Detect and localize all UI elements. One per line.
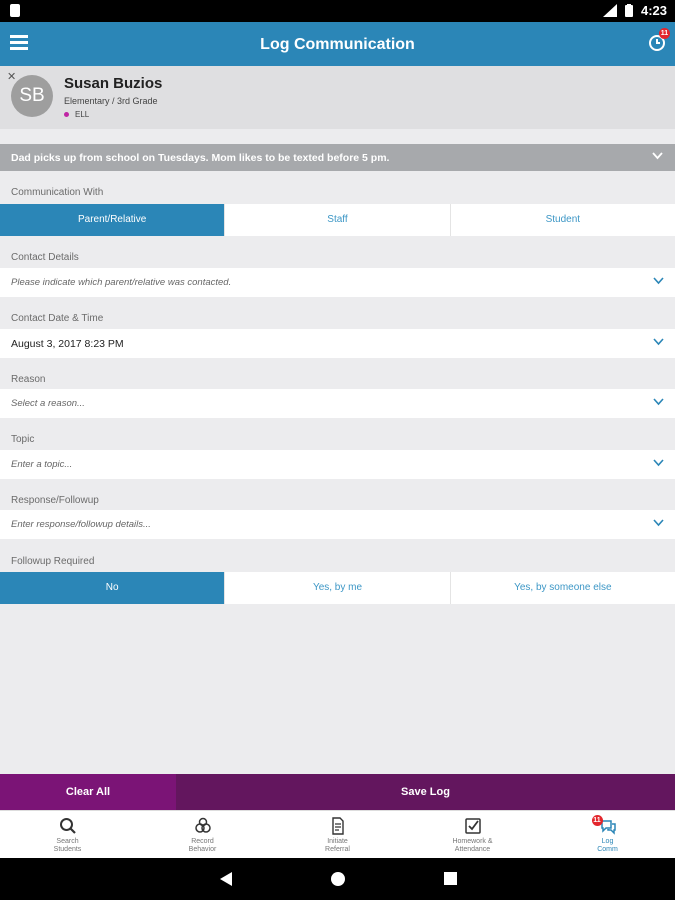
student-name: Susan Buzios: [64, 75, 163, 92]
tab-label-line1: Homework &: [452, 838, 493, 845]
save-log-button[interactable]: Save Log: [176, 774, 675, 810]
sim-icon: [10, 4, 20, 17]
student-tag: ELL: [64, 110, 89, 119]
chevron-down-icon: [653, 519, 664, 527]
tab-label-line1: Search: [56, 838, 79, 845]
response-input[interactable]: Enter response/followup details...: [0, 510, 675, 539]
tab-label-line1: Log: [601, 838, 614, 845]
avatar: SB: [11, 75, 53, 117]
tab-homework-attendance[interactable]: Homework & Attendance: [405, 811, 540, 859]
checklist-icon: [464, 818, 481, 834]
tab-label-line2: Students: [53, 846, 82, 853]
log-comm-badge: 11: [591, 815, 603, 826]
behavior-icon: [194, 817, 211, 833]
tab-label-line1: Record: [191, 838, 214, 845]
search-icon: [59, 818, 76, 834]
chevron-down-icon: [653, 277, 664, 285]
chevron-down-icon: [653, 398, 664, 406]
option-parent-relative[interactable]: Parent/Relative: [0, 204, 226, 236]
tab-record-behavior[interactable]: Record Behavior: [135, 811, 270, 859]
student-tag-label: ELL: [75, 110, 90, 119]
student-note-text: Dad picks up from school on Tuesdays. Mo…: [11, 152, 390, 164]
contact-details-label: Contact Details: [11, 252, 79, 263]
tab-label-line1: Initiate: [327, 838, 348, 845]
option-yes-by-me[interactable]: Yes, by me: [225, 572, 451, 604]
option-yes-by-someone-else[interactable]: Yes, by someone else: [451, 572, 675, 604]
close-icon[interactable]: ✕: [7, 70, 16, 83]
home-icon[interactable]: [330, 871, 346, 887]
chevron-down-icon: [653, 338, 664, 346]
topic-label: Topic: [11, 434, 35, 445]
chevron-down-icon: [653, 459, 664, 467]
student-card: ✕ SB Susan Buzios Elementary / 3rd Grade…: [0, 66, 675, 129]
student-note[interactable]: Dad picks up from school on Tuesdays. Mo…: [0, 144, 675, 171]
tag-dot-icon: [64, 112, 69, 117]
recents-icon[interactable]: [443, 871, 458, 886]
system-nav-bar: [0, 858, 675, 900]
back-icon[interactable]: [219, 871, 233, 887]
tab-label-line2: Attendance: [454, 846, 491, 853]
response-label: Response/Followup: [11, 495, 99, 506]
tab-label-line2: Behavior: [188, 846, 217, 853]
clear-all-button[interactable]: Clear All: [0, 774, 176, 810]
action-bar: Clear All Save Log: [0, 774, 675, 810]
option-staff[interactable]: Staff: [225, 204, 451, 236]
tab-label-line2: Referral: [325, 846, 350, 853]
communication-with-label: Communication With: [11, 187, 104, 198]
signal-icon: [602, 4, 617, 17]
topic-placeholder: Enter a topic...: [11, 459, 73, 470]
contact-datetime-picker[interactable]: August 3, 2017 8:23 PM: [0, 329, 675, 358]
tab-search-students[interactable]: Search Students: [0, 811, 135, 859]
app-bar: Log Communication 11: [0, 22, 675, 66]
clock: 4:23: [640, 3, 667, 18]
topic-input[interactable]: Enter a topic...: [0, 450, 675, 479]
battery-icon: [624, 4, 633, 17]
bottom-tab-bar: Search Students Record Behavior Initiate Re…: [0, 810, 675, 859]
reason-label: Reason: [11, 374, 46, 385]
reason-placeholder: Select a reason...: [11, 398, 85, 409]
followup-required-selector: No Yes, by me Yes, by someone else: [0, 572, 675, 604]
status-bar: 4:23: [0, 0, 675, 22]
contact-datetime-value: August 3, 2017 8:23 PM: [11, 338, 124, 350]
followup-required-label: Followup Required: [11, 556, 95, 567]
page-title: Log Communication: [260, 36, 415, 53]
tab-log-comm[interactable]: 11 Log Comm: [540, 811, 675, 859]
student-grade: Elementary / 3rd Grade: [64, 96, 158, 106]
contact-details-dropdown[interactable]: Please indicate which parent/relative wa…: [0, 268, 675, 297]
chevron-down-icon: [652, 152, 663, 160]
option-student[interactable]: Student: [451, 204, 675, 236]
response-placeholder: Enter response/followup details...: [11, 519, 151, 530]
timer-badge: 11: [659, 28, 670, 39]
timer-button[interactable]: 11: [648, 28, 670, 52]
contact-details-placeholder: Please indicate which parent/relative wa…: [11, 277, 232, 288]
contact-datetime-label: Contact Date & Time: [11, 313, 104, 324]
reason-dropdown[interactable]: Select a reason...: [0, 389, 675, 418]
communication-with-selector: Parent/Relative Staff Student: [0, 204, 675, 236]
tab-initiate-referral[interactable]: Initiate Referral: [270, 811, 405, 859]
tab-label-line2: Comm: [597, 846, 618, 853]
option-no[interactable]: No: [0, 572, 226, 604]
referral-icon: [331, 817, 344, 835]
